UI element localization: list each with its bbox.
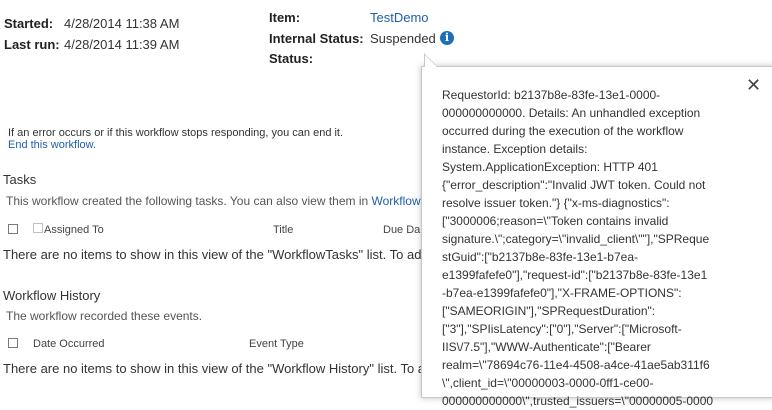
history-select-all-checkbox[interactable]: [8, 338, 18, 348]
callout-pointer-fill: [425, 55, 437, 67]
column-date-occurred[interactable]: Date Occurred: [33, 338, 105, 350]
internal-status-label: Internal Status:: [269, 31, 364, 46]
tasks-empty-message: There are no items to show in this view …: [3, 247, 422, 262]
column-event-type[interactable]: Event Type: [249, 338, 304, 350]
internal-status-value: Suspended: [370, 31, 436, 46]
column-assigned-to[interactable]: Assigned To: [44, 224, 104, 236]
end-workflow-note: If an error occurs or if this workflow s…: [8, 127, 344, 139]
error-details-text: RequestorId: b2137b8e-83fe-13e1-0000- 00…: [442, 88, 714, 408]
status-label: Status:: [269, 51, 314, 66]
column-due-date[interactable]: Due Da: [383, 224, 420, 236]
error-callout: ✕ RequestorId: b2137b8e-83fe-13e1-0000- …: [421, 66, 772, 408]
tasks-column-checkbox[interactable]: [33, 223, 43, 233]
started-value: 4/28/2014 11:38 AM: [64, 16, 180, 31]
history-empty-message: There are no items to show in this view …: [3, 361, 426, 376]
tasks-select-all-checkbox[interactable]: [8, 224, 18, 234]
lastrun-value: 4/28/2014 11:39 AM: [64, 37, 180, 52]
history-description: The workflow recorded these events.: [6, 309, 203, 323]
started-label: Started:: [4, 16, 54, 31]
item-label: Item:: [269, 10, 301, 25]
column-title[interactable]: Title: [273, 224, 293, 236]
close-icon[interactable]: ✕: [746, 76, 761, 94]
tasks-description: This workflow created the following task…: [6, 194, 433, 208]
tasks-heading: Tasks: [3, 172, 37, 187]
item-link[interactable]: TestDemo: [370, 10, 429, 25]
lastrun-label: Last run:: [4, 37, 60, 52]
info-icon[interactable]: i: [440, 31, 454, 45]
tasks-description-text: This workflow created the following task…: [6, 194, 372, 208]
end-workflow-link[interactable]: End this workflow.: [8, 139, 96, 151]
history-heading: Workflow History: [3, 288, 101, 303]
